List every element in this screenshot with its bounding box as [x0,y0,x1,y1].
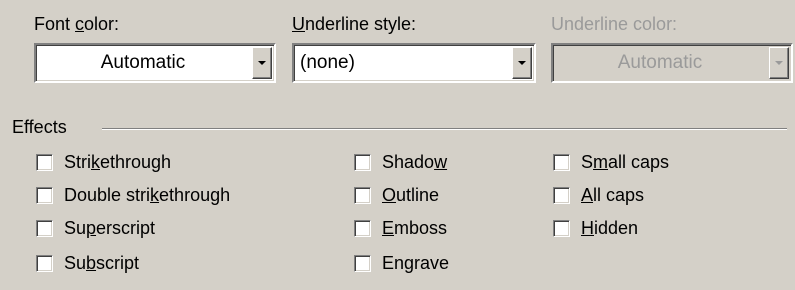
underline-color-dropdown-button [769,47,789,79]
option-accel: A [581,185,594,205]
option-accel: H [581,218,594,238]
underline-style-value: (none) [300,52,355,73]
effects-group-divider [102,128,787,130]
font-color-dropdown-button[interactable] [252,47,272,79]
underline-color-value: Automatic [617,52,703,73]
font-effects-panel: Font color: Automatic Underline style: (… [0,0,795,290]
strikethrough-checkbox[interactable]: Stri k ethrough [36,152,171,173]
underline-color-label: Underline color: [551,14,678,34]
checkbox-box[interactable] [553,154,570,171]
option-label: S [581,152,594,172]
option-accel: w [434,152,448,172]
all-caps-checkbox[interactable]: All caps [553,185,644,206]
underline-style-label: Underline style: [292,14,416,35]
underline-style-dropdown-button[interactable] [512,47,532,79]
option-accel: O [382,185,397,205]
font-color-label-accel: c [75,14,85,34]
option-accel: p [86,218,97,238]
font-color-label-text-end: olor: [84,14,120,34]
checkbox-box[interactable] [36,220,53,237]
checkbox-box[interactable] [553,220,570,237]
option-label: Shado [382,152,435,172]
hidden-checkbox[interactable]: Hidden [553,218,638,239]
option-accel: k [150,185,160,205]
emboss-checkbox[interactable]: Emboss [354,218,447,239]
option-label-end: mboss [394,218,448,238]
checkbox-box[interactable] [354,220,371,237]
chevron-down-icon [775,61,783,65]
underline-color-dropdown: Automatic [551,43,793,83]
checkbox-box[interactable] [354,154,371,171]
option-label-end: erscript [96,218,156,238]
font-color-label: Font color: [34,14,119,35]
option-accel: b [86,253,97,273]
option-accel: g [404,253,415,273]
underline-style-label-accel: U [292,14,305,34]
underline-style-dropdown[interactable]: (none) [292,43,536,83]
option-label-end: utline [396,185,440,205]
option-accel: m [593,152,609,172]
option-label: Su [64,218,87,238]
option-label-end: ll caps [593,185,645,205]
chevron-down-icon [518,61,526,65]
double-strikethrough-checkbox[interactable]: Double stri k ethrough [36,185,230,206]
checkbox-box[interactable] [553,187,570,204]
checkbox-box[interactable] [36,255,53,272]
font-color-label-text: Font [34,14,76,34]
chevron-down-icon [258,61,266,65]
shadow-checkbox[interactable]: Shado w [354,152,447,173]
option-label-end: ethrough [100,152,172,172]
option-label: Stri [64,152,91,172]
checkbox-box[interactable] [354,187,371,204]
subscript-checkbox[interactable]: Su b script [36,253,139,274]
option-label-end: all caps [608,152,670,172]
engrave-checkbox[interactable]: En g rave [354,253,449,274]
superscript-checkbox[interactable]: Su p erscript [36,218,155,239]
effects-group-label: Effects [12,117,67,137]
checkbox-box[interactable] [36,154,53,171]
checkbox-box[interactable] [354,255,371,272]
small-caps-checkbox[interactable]: Sm all caps [553,152,669,173]
option-label: Double stri [64,185,151,205]
option-label-end: idden [594,218,639,238]
option-label-end: rave [414,253,450,273]
option-label-end: ethrough [159,185,231,205]
outline-checkbox[interactable]: Outline [354,185,439,206]
font-color-dropdown[interactable]: Automatic [34,43,276,83]
font-color-value: Automatic [100,52,186,73]
option-accel: E [382,218,395,238]
option-label: Su [64,253,87,273]
underline-style-label-text-end: nderline style: [305,14,417,34]
option-accel: k [91,152,100,172]
option-label-end: script [96,253,140,273]
option-label: En [382,253,405,273]
checkbox-box[interactable] [36,187,53,204]
